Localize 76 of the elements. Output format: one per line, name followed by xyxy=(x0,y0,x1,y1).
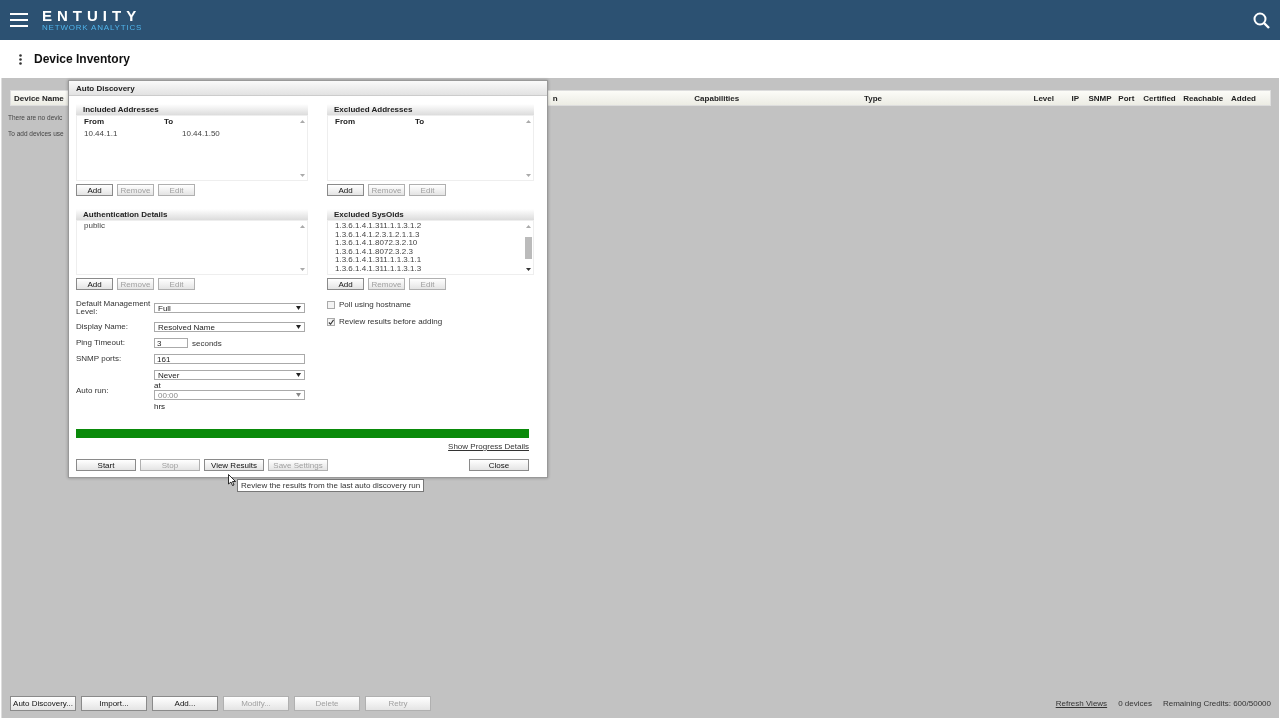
scroll-up-icon[interactable] xyxy=(299,120,305,123)
input-field[interactable]: 3 xyxy=(154,338,188,348)
section-header: Excluded Addresses xyxy=(327,104,534,115)
scrollbar-thumb[interactable] xyxy=(524,237,532,259)
unit-label: hrs xyxy=(154,402,167,411)
section-header: Authentication Details xyxy=(76,209,308,220)
column-header: To xyxy=(164,117,175,126)
checkbox-label: Poll using hostname xyxy=(339,300,412,309)
column-header[interactable]: n xyxy=(549,91,692,105)
list-button[interactable]: Add xyxy=(327,278,364,290)
list-item[interactable]: 1.3.6.1.4.1.311.1.1.3.1.2 xyxy=(335,222,516,231)
scroll-up-icon[interactable] xyxy=(299,225,305,228)
page-title: Device Inventory xyxy=(34,52,131,66)
list-button[interactable]: Add xyxy=(76,278,113,290)
input-field[interactable]: 161 xyxy=(154,354,305,364)
field-label: Auto run: xyxy=(76,386,110,395)
menu-icon[interactable] xyxy=(10,13,28,27)
address-cell-text: 10.44.1.50 xyxy=(182,129,221,138)
dropdown-caret-icon xyxy=(296,393,301,397)
list-item[interactable]: public xyxy=(84,222,290,231)
field-label: Display Name: xyxy=(76,323,129,331)
list-button[interactable]: Add xyxy=(327,184,364,196)
field-label: Default Management Level: xyxy=(76,300,152,316)
section-header: Included Addresses xyxy=(76,104,308,115)
toolbar-button[interactable]: Auto Discovery... xyxy=(10,696,76,711)
dialog-button[interactable]: Start xyxy=(76,459,136,471)
dropdown[interactable]: Resolved Name xyxy=(154,322,305,332)
logo-text: ENTUITY xyxy=(42,8,143,23)
column-header[interactable]: Certified xyxy=(1140,91,1181,105)
tooltip: Review the results from the last auto discovery run xyxy=(237,479,425,492)
dialog-button[interactable]: View Results xyxy=(204,459,264,471)
search-icon[interactable] xyxy=(1253,11,1270,29)
unit-label: seconds xyxy=(192,338,222,348)
logo-subtitle: NETWORK ANALYTICS xyxy=(42,23,143,32)
column-header[interactable]: Reachable xyxy=(1180,91,1229,105)
list-item[interactable]: 1.3.6.1.4.1.8072.3.2.10 xyxy=(335,239,516,248)
column-header[interactable]: SNMP xyxy=(1085,91,1116,105)
address-cell-text: 10.44.1.1 xyxy=(84,129,119,138)
dropdown[interactable]: Never xyxy=(154,370,305,380)
device-count: 0 devices xyxy=(1118,699,1152,708)
section-header: Excluded SysOids xyxy=(327,209,534,220)
column-header: To xyxy=(415,117,426,126)
dropdown-caret-icon xyxy=(296,373,301,377)
dialog-title: Auto Discovery xyxy=(69,81,547,96)
field-label: Ping Timeout: xyxy=(76,339,126,347)
refresh-link[interactable]: Refresh Views xyxy=(1055,699,1108,708)
list-item[interactable]: 1.3.6.1.4.1.8072.3.2.3 xyxy=(335,247,516,257)
scroll-down-icon[interactable] xyxy=(525,268,531,271)
checkbox[interactable] xyxy=(327,317,335,326)
list-item[interactable]: 1.3.6.1.4.1.2.3.1.2.1.1.3 xyxy=(335,230,516,240)
field-label: SNMP ports: xyxy=(76,355,123,363)
list-item[interactable]: 1.3.6.1.4.1.311.1.1.3.1.3 xyxy=(335,264,516,274)
scroll-up-icon[interactable] xyxy=(525,120,531,123)
list-button[interactable]: Add xyxy=(76,184,113,196)
column-header[interactable]: Level xyxy=(1030,91,1069,105)
checkbox[interactable] xyxy=(327,300,335,309)
toolbar-button[interactable]: Import... xyxy=(81,696,147,711)
dropdown-caret-icon xyxy=(296,306,301,310)
column-header[interactable]: IP xyxy=(1068,91,1086,105)
at-label: at xyxy=(154,382,162,390)
column-header[interactable]: Added xyxy=(1228,91,1270,105)
column-header[interactable]: Capabilities xyxy=(691,91,861,105)
column-header[interactable]: Port xyxy=(1115,91,1141,105)
scroll-up-icon[interactable] xyxy=(525,225,531,228)
dropdown[interactable]: Full xyxy=(154,303,305,313)
credits-text: Remaining Credits: 600/50000 xyxy=(1162,699,1271,708)
toolbar-button[interactable]: Add... xyxy=(152,696,218,711)
more-options-icon[interactable] xyxy=(19,53,22,65)
column-header: From xyxy=(335,117,356,126)
progress-details-link[interactable]: Show Progress Details xyxy=(448,442,529,451)
list-item[interactable]: 1.3.6.1.4.1.311.1.1.3.1.1 xyxy=(335,256,516,265)
checkbox-label: Review results before adding xyxy=(339,317,443,326)
close-button[interactable]: Close xyxy=(469,459,529,471)
column-header: From xyxy=(84,117,105,126)
dropdown-caret-icon xyxy=(296,325,301,329)
column-header[interactable]: Type xyxy=(860,91,1031,105)
